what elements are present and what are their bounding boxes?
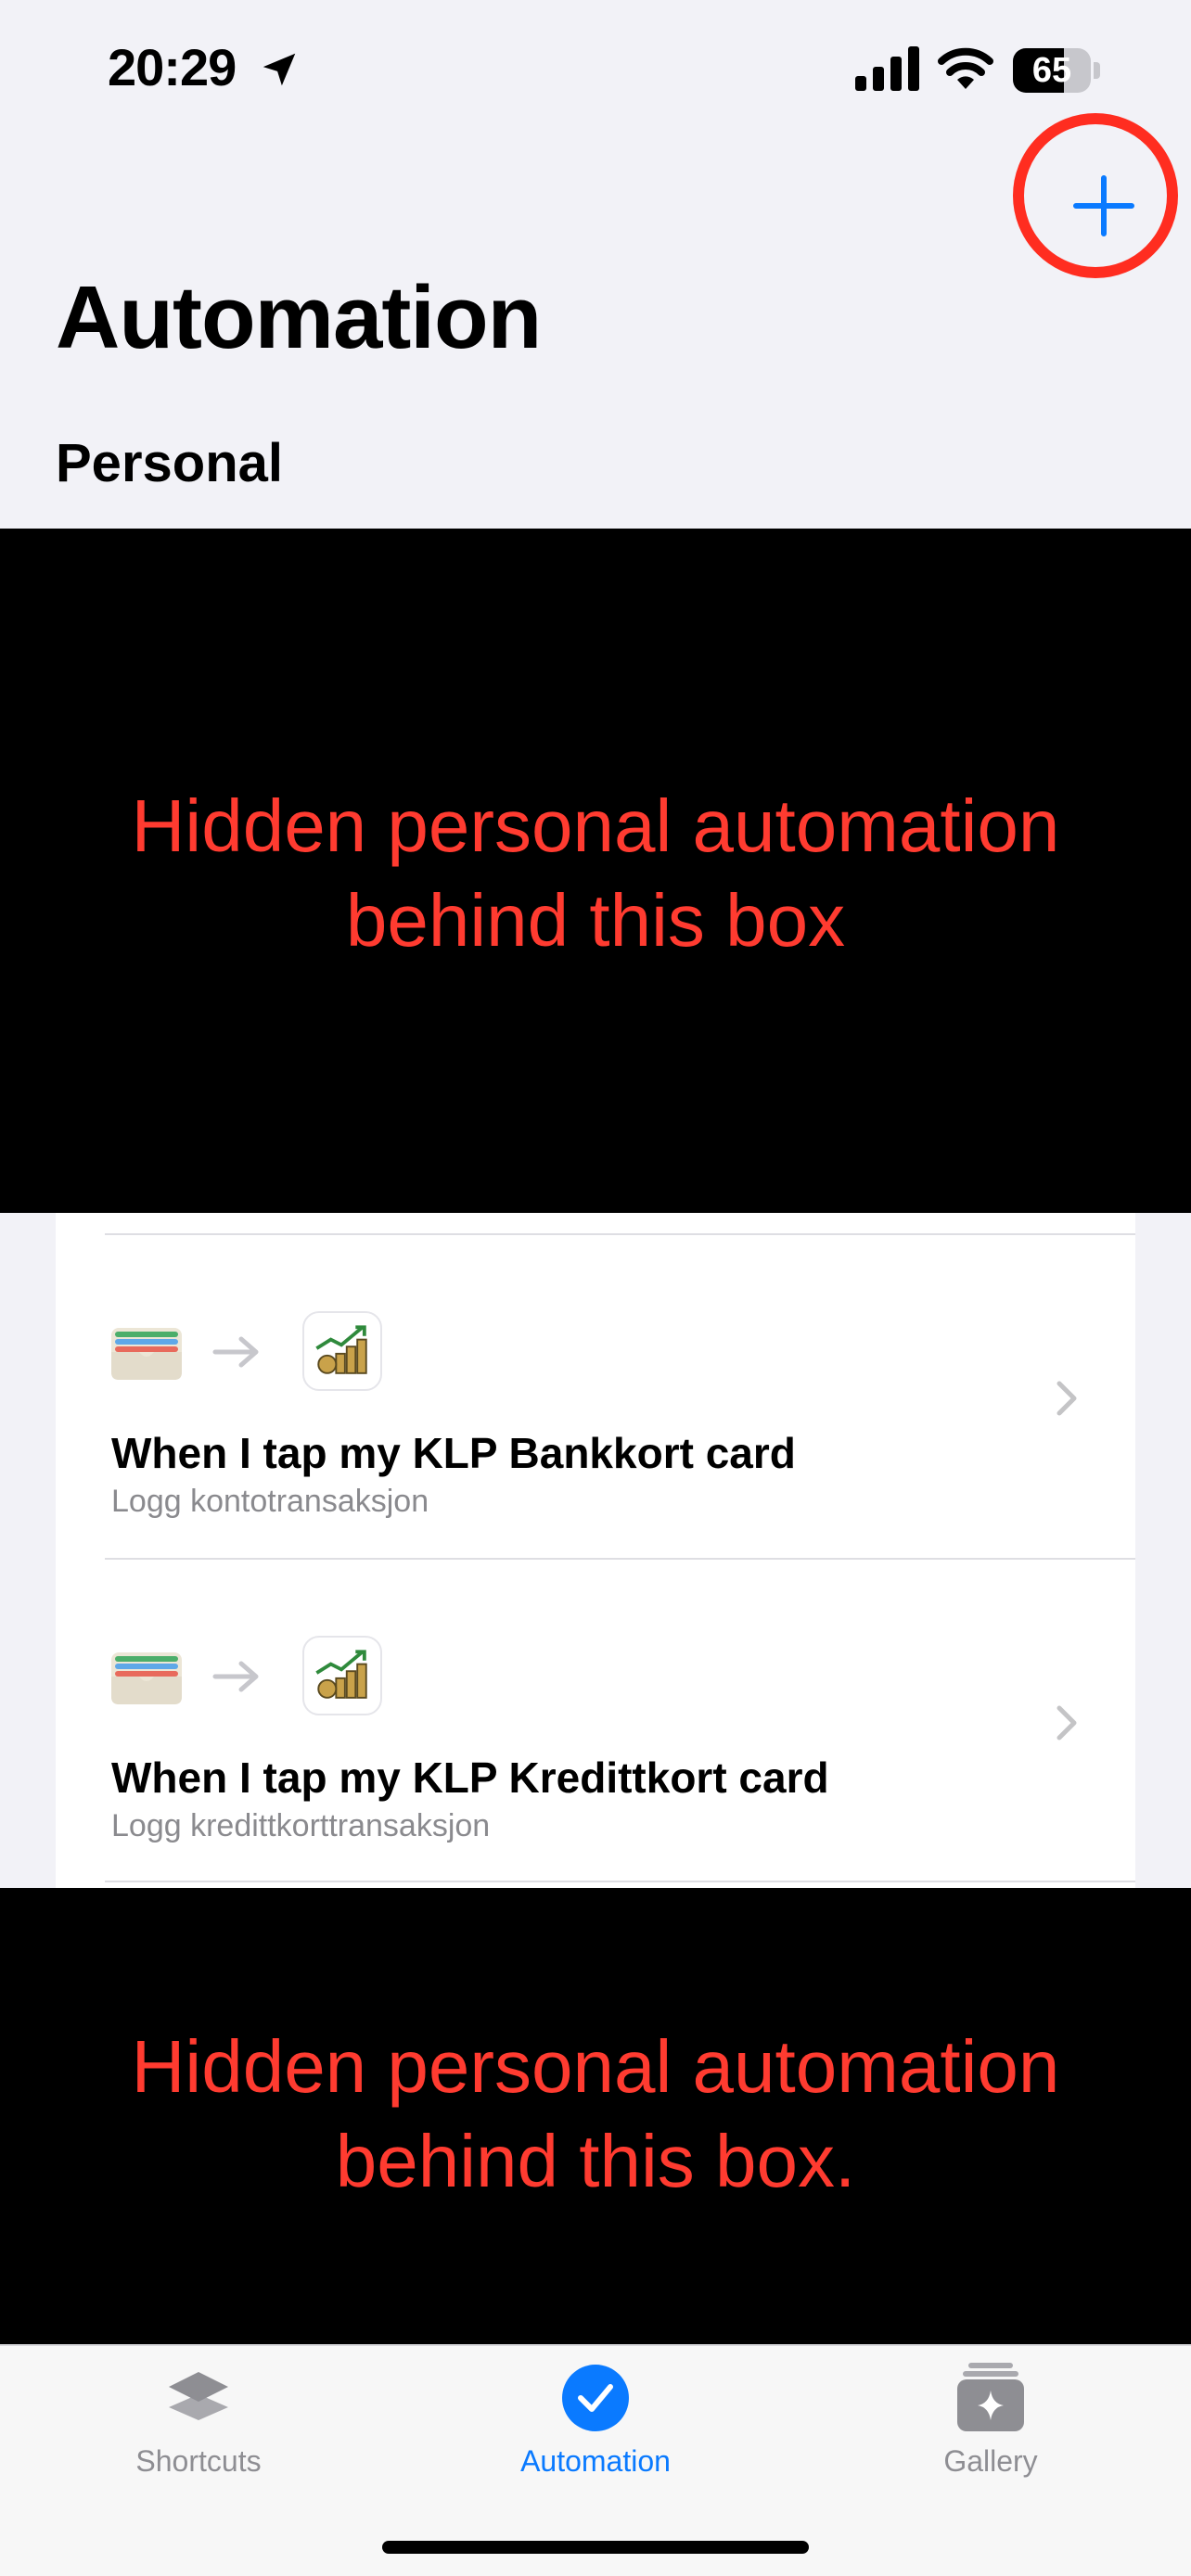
automation-title: When I tap my KLP Bankkort card [111, 1429, 796, 1477]
arrow-right-icon [212, 1661, 259, 1692]
automation-subtitle: Logg kredittkorttransaksjon [111, 1808, 491, 1843]
section-header-personal: Personal [56, 433, 283, 493]
annotation-circle [1013, 113, 1178, 278]
chevron-right-icon [1057, 1381, 1077, 1416]
checkmark-circle-icon [562, 2365, 629, 2431]
automation-row[interactable]: When I tap my KLP Kredittkort card Logg … [56, 1560, 1135, 1882]
cellular-signal-icon [855, 46, 919, 91]
home-indicator [382, 2541, 809, 2554]
redaction-box: Hidden personal automation behind this b… [0, 529, 1191, 1213]
battery-percent: 65 [1031, 51, 1072, 90]
redaction-text: Hidden personal automation behind this b… [131, 2025, 1060, 2202]
shortcut-finance-icon [302, 1636, 382, 1715]
shortcut-finance-icon [302, 1311, 382, 1391]
battery-indicator: 65 [1013, 48, 1102, 93]
page-title: Automation [56, 268, 542, 367]
automation-title: When I tap my KLP Kredittkort card [111, 1753, 829, 1802]
chevron-right-icon [1057, 1705, 1077, 1741]
status-time: 20:29 [108, 38, 237, 96]
location-arrow-icon [263, 53, 296, 86]
automation-list: When I tap my KLP Bankkort card Logg kon… [56, 1213, 1135, 1888]
separator [105, 1881, 1135, 1882]
wallet-icon [111, 1328, 182, 1380]
layers-icon [169, 2372, 228, 2420]
automation-subtitle: Logg kontotransaksjon [111, 1484, 429, 1519]
wifi-icon [938, 47, 993, 89]
wallet-icon [111, 1652, 182, 1704]
redaction-box: Hidden personal automation behind this b… [0, 1888, 1191, 2344]
automation-row[interactable]: When I tap my KLP Bankkort card Logg kon… [56, 1235, 1135, 1558]
arrow-right-icon [212, 1336, 259, 1368]
redaction-text: Hidden personal automation behind this b… [131, 784, 1060, 962]
sparkle-stack-icon [957, 2363, 1024, 2431]
